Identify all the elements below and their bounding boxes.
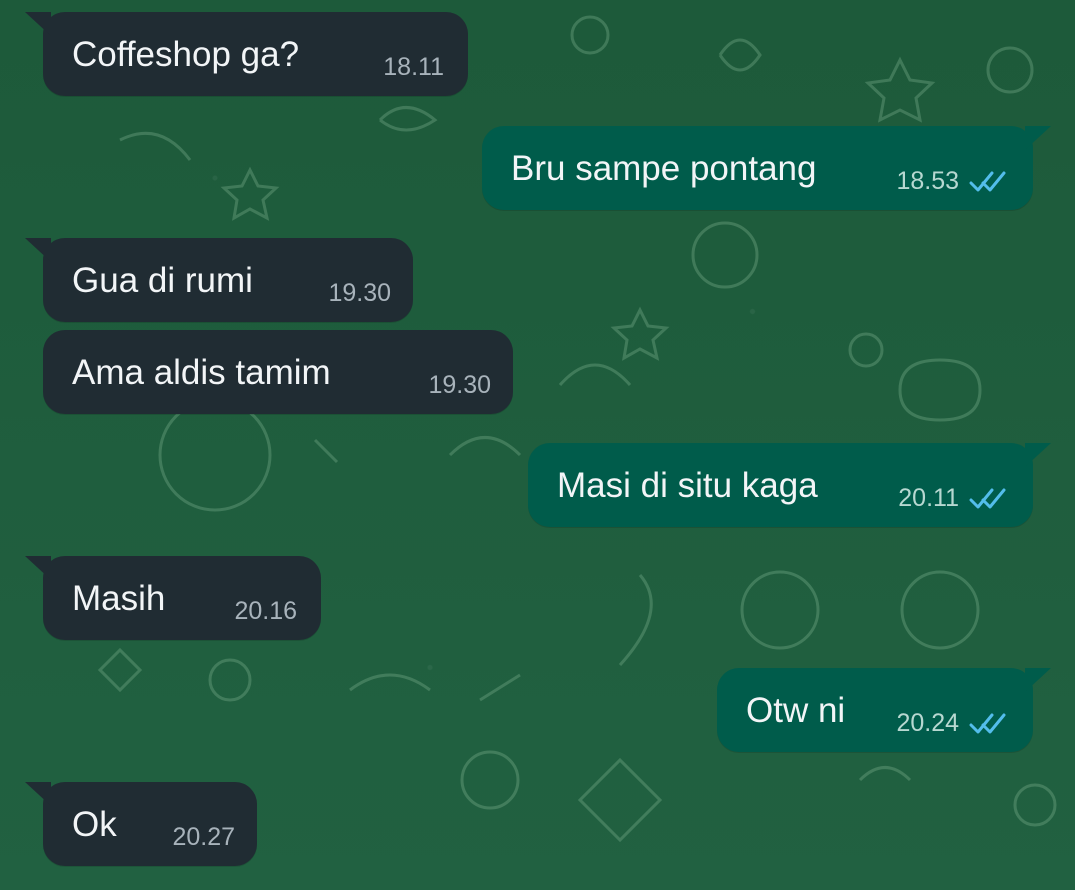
- message-meta: 20.27: [172, 823, 235, 852]
- message-text: Ok: [72, 804, 117, 844]
- message-meta: 20.16: [234, 597, 297, 626]
- message-time: 18.53: [896, 167, 959, 195]
- message-text: Masih: [72, 578, 166, 618]
- message-time: 19.30: [428, 371, 491, 399]
- message-text: Masi di situ kaga: [557, 465, 818, 505]
- message-text: Bru sampe pontang: [511, 148, 817, 188]
- double-check-read-icon: [969, 488, 1006, 508]
- bubble-tail: [1025, 668, 1051, 692]
- bubble-tail: [25, 12, 51, 36]
- message-time: 20.11: [898, 484, 959, 512]
- message-bubble[interactable]: Bru sampe pontang 18.53: [482, 126, 1033, 210]
- message-meta: 18.11: [383, 53, 444, 82]
- double-check-read-icon: [969, 713, 1006, 733]
- message-time: 18.11: [383, 53, 444, 81]
- message-text: Coffeshop ga?: [72, 34, 300, 74]
- message-time: 20.24: [896, 709, 959, 737]
- message-bubble[interactable]: Ama aldis tamim 19.30: [43, 330, 513, 414]
- message-bubble[interactable]: Ok 20.27: [43, 782, 257, 866]
- message-time: 19.30: [328, 279, 391, 307]
- message-meta: 19.30: [328, 279, 391, 308]
- message-meta: 20.24: [896, 709, 1013, 738]
- message-meta: 20.11: [898, 484, 1013, 513]
- message-bubble[interactable]: Otw ni 20.24: [717, 668, 1033, 752]
- message-meta: 19.30: [428, 371, 491, 400]
- double-check-read-icon: [969, 171, 1006, 191]
- bubble-tail: [25, 238, 51, 262]
- bubble-tail: [1025, 126, 1051, 150]
- message-meta: 18.53: [896, 167, 1013, 196]
- message-text: Otw ni: [746, 690, 846, 730]
- message-bubble[interactable]: Coffeshop ga? 18.11: [43, 12, 468, 96]
- message-text: Ama aldis tamim: [72, 352, 331, 392]
- message-text: Gua di rumi: [72, 260, 253, 300]
- message-time: 20.16: [234, 597, 297, 625]
- message-bubble[interactable]: Masi di situ kaga 20.11: [528, 443, 1033, 527]
- message-bubble[interactable]: Masih 20.16: [43, 556, 321, 640]
- bubble-tail: [1025, 443, 1051, 467]
- bubble-tail: [25, 556, 51, 580]
- bubble-tail: [25, 782, 51, 806]
- message-time: 20.27: [172, 823, 235, 851]
- message-bubble[interactable]: Gua di rumi 19.30: [43, 238, 413, 322]
